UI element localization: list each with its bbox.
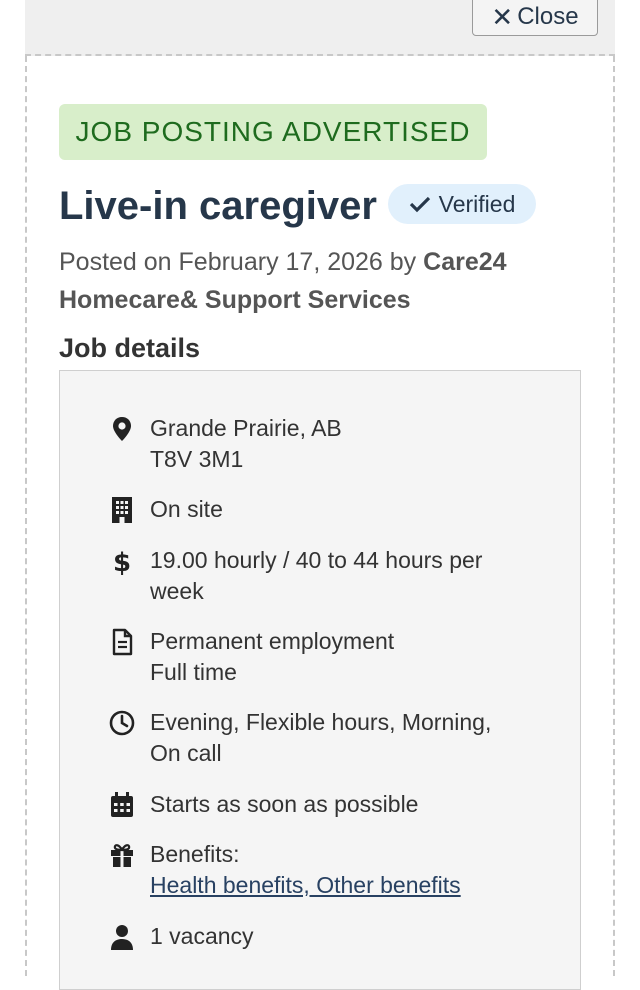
workplace-type: On site [150,496,223,522]
benefits-label: Benefits: [150,841,240,867]
status-badge: JOB POSTING ADVERTISED [59,104,487,160]
location-city: Grande Prairie, AB [150,415,342,441]
user-icon [108,923,136,951]
page-title: Live-in caregiver [59,184,377,228]
posted-date: Posted on February 17, 2026 by [59,248,417,276]
checkmark-icon [409,195,431,213]
gift-icon [108,841,136,869]
benefits-link[interactable]: Health benefits, Other benefits [150,872,461,898]
schedule-text: Evening, Flexible hours, Morning, On cal… [150,709,492,766]
svg-text:$: $ [113,548,131,575]
map-marker-icon [108,415,136,443]
verified-badge: Verified [388,184,536,224]
calendar-icon [108,791,136,819]
dollar-icon: $ [108,547,136,575]
verified-label: Verified [438,190,516,217]
building-icon [108,496,136,524]
start-text: Starts as soon as possible [150,791,419,817]
close-label: Close [517,3,579,30]
employment-hours: Full time [150,659,237,685]
close-button[interactable]: ✕ Close [472,0,598,36]
posted-info: Posted on February 17, 2026 by Care24 Ho… [59,243,579,319]
salary-text: 19.00 hourly / 40 to 44 hours per week [150,547,483,604]
document-icon [108,628,136,656]
vacancy-text: 1 vacancy [150,923,254,949]
employment-type: Permanent employment [150,628,395,654]
location-postal: T8V 3M1 [150,446,244,472]
close-icon: ✕ [491,2,514,32]
clock-icon [108,709,136,737]
job-details-heading: Job details [59,333,201,363]
